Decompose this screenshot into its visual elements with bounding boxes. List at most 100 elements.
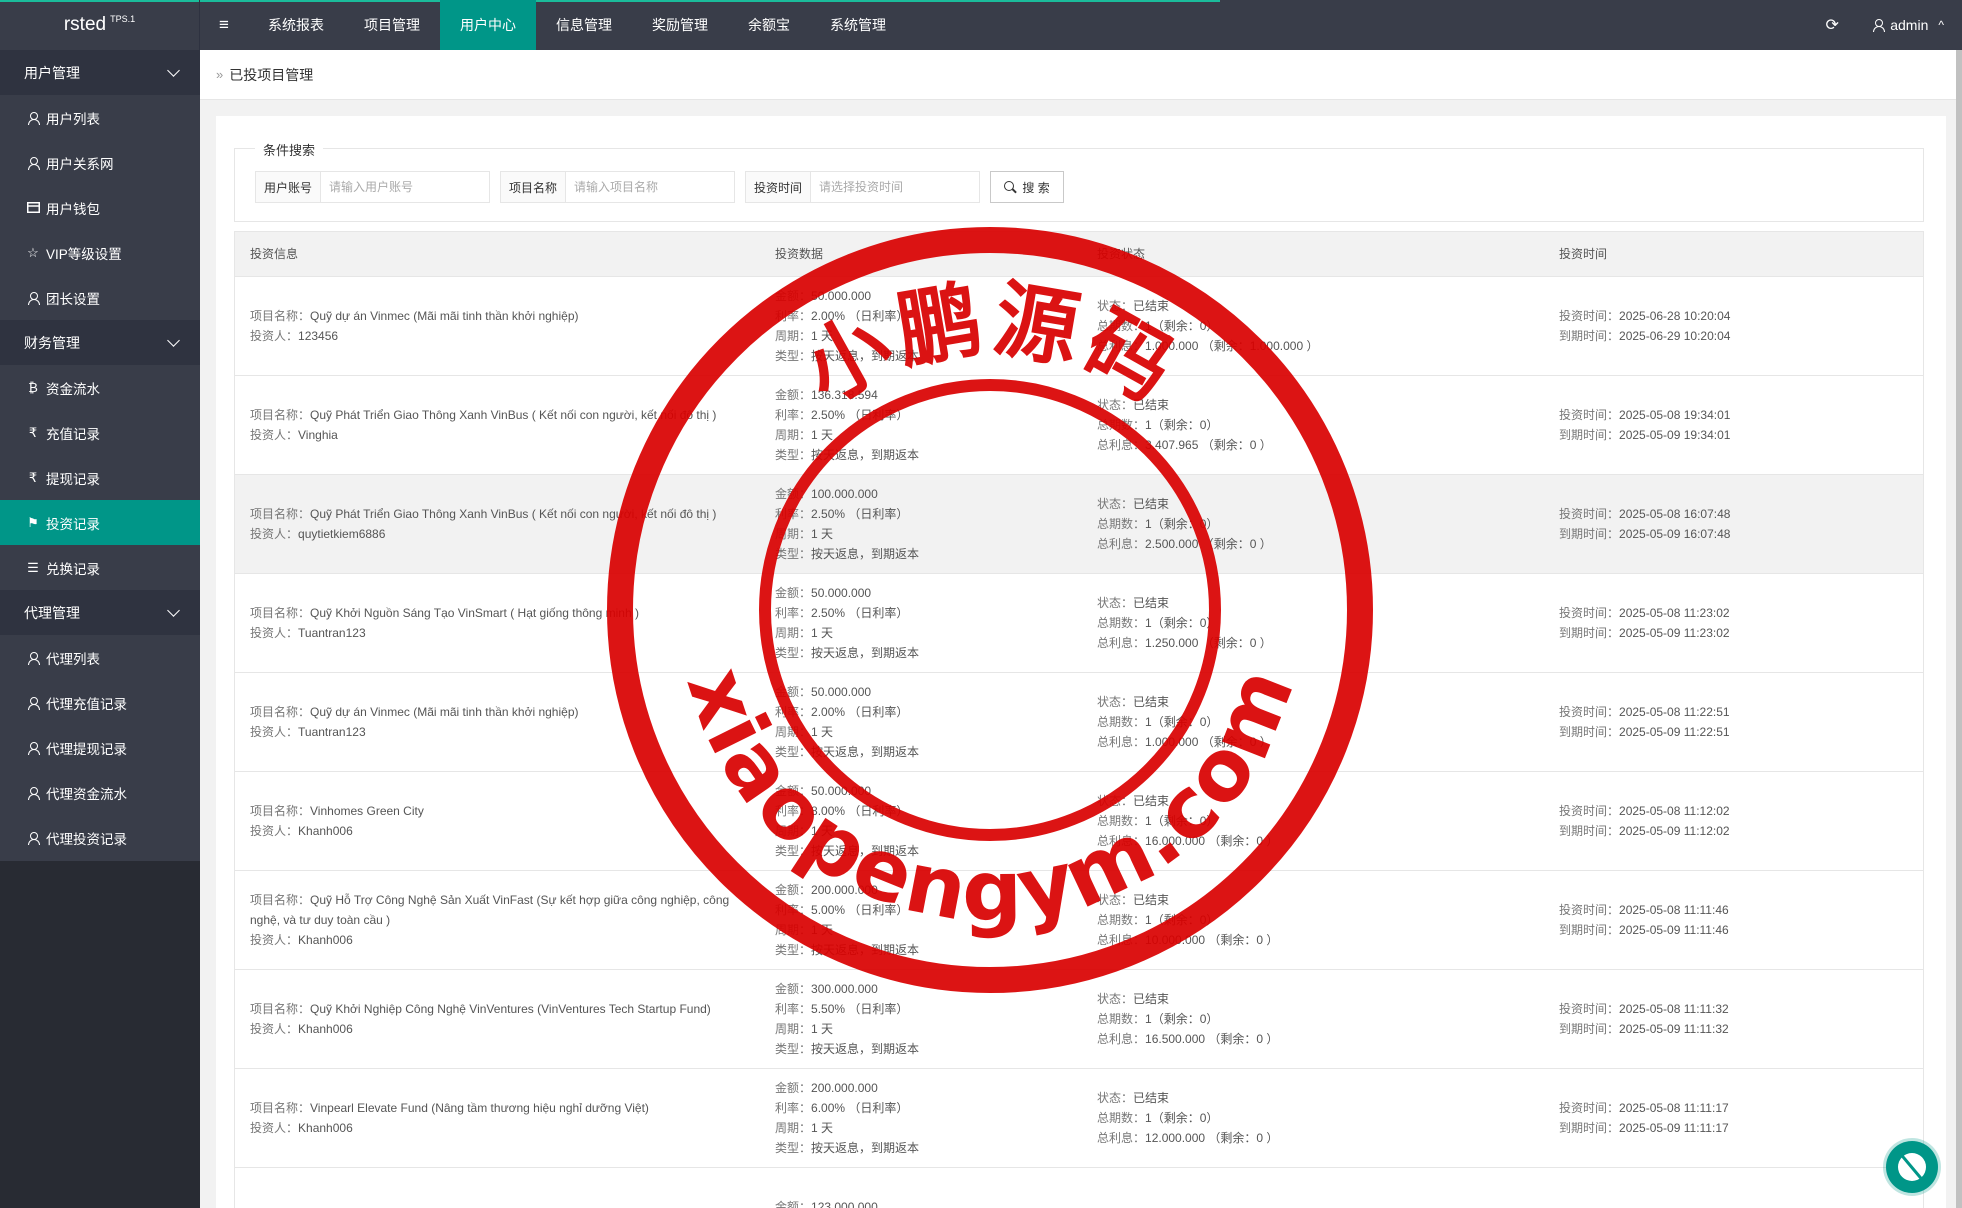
expire-time: 到期时间：2025-05-09 19:34:01 bbox=[1559, 425, 1923, 445]
table-row[interactable]: 项目名称：Quỹ Khởi Nghiệp Công Nghệ VinVentur… bbox=[235, 970, 1923, 1069]
investor-label: 投资人： bbox=[250, 329, 299, 343]
rate: 利率：2.50% （日利率） bbox=[775, 603, 1083, 623]
status-label: 状态： bbox=[1097, 299, 1134, 313]
period-value: 1 天 bbox=[811, 725, 834, 739]
total-interest-value: 1.000.000 （剩余：1.000.000 ） bbox=[1145, 339, 1319, 353]
table-row[interactable]: 项目名称：Quỹ Phát Triển Giao Thông Xanh VinB… bbox=[235, 475, 1923, 574]
investor: 投资人：Tuantran123 bbox=[250, 722, 751, 742]
scrollbar-thumb[interactable] bbox=[1956, 50, 1962, 1208]
return-type-value: 按天返息，到期返本 bbox=[811, 349, 920, 363]
rate-label: 利率： bbox=[775, 804, 812, 818]
chevron-down-icon bbox=[167, 603, 180, 617]
return-type-label: 类型： bbox=[775, 844, 812, 858]
total-interest: 总利息：1.000.000 （剩余：1.000.000 ） bbox=[1097, 336, 1545, 356]
total-periods: 总期数：1（剩余：0） bbox=[1097, 316, 1545, 336]
cell-investment-data: 金额：50.000.000 利率：2.00% （日利率） 周期：1 天类型：按天返息… bbox=[761, 682, 1083, 762]
sidebar-item-exchange-records[interactable]: ☰ 兑换记录 bbox=[0, 545, 200, 590]
sidebar-item-agent-list[interactable]: 代理列表 bbox=[0, 635, 200, 680]
project-name-value: Quỹ Khởi Nghiệp Công Nghệ VinVentures (V… bbox=[310, 1002, 711, 1016]
expire-time-value: 2025-05-09 11:11:32 bbox=[1619, 1022, 1729, 1036]
nav-info-management[interactable]: 信息管理 bbox=[536, 0, 632, 50]
sidebar-item-investment-records[interactable]: ⚑ 投资记录 bbox=[0, 500, 200, 545]
expire-time: 到期时间：2025-05-09 11:23:02 bbox=[1559, 623, 1923, 643]
table-row[interactable]: 项目名称：Quỹ dự án Vinmec (Mãi mãi tinh thần… bbox=[235, 277, 1923, 376]
table-row[interactable]: 项目名称：Quỹ Hỗ Trợ Công Nghệ Sản Xuất VinFa… bbox=[235, 871, 1923, 970]
table-row[interactable]: 项目名称：Quỹ dự án Vinmec (Mãi mãi tinh thần… bbox=[235, 1168, 1923, 1208]
table-row[interactable]: 项目名称：Quỹ Phát Triển Giao Thông Xanh VinB… bbox=[235, 376, 1923, 475]
period-label: 周期： bbox=[775, 923, 812, 937]
rate-value: 8.00% （日利率） bbox=[811, 804, 909, 818]
project-input[interactable] bbox=[566, 172, 735, 202]
sidebar-item-fund-flow[interactable]: ₿ 资金流水 bbox=[0, 365, 200, 410]
time-input[interactable] bbox=[811, 172, 980, 202]
table-row[interactable]: 项目名称：Vinpearl Elevate Fund (Nâng tầm thư… bbox=[235, 1069, 1923, 1168]
cell-investment-status: 状态：已结束 总期数：1（剩余：0） 总利息：12.000.000 （剩余：0 ） bbox=[1083, 1088, 1545, 1148]
period: 周期：1 天 bbox=[775, 821, 1083, 841]
investor-label: 投资人： bbox=[250, 527, 299, 541]
return-type-label: 类型： bbox=[775, 1141, 812, 1155]
sidebar-item-user-list[interactable]: 用户列表 bbox=[0, 95, 200, 140]
table-row[interactable]: 项目名称：Vinhomes Green City 投资人：Khanh006 金额：5… bbox=[235, 772, 1923, 871]
total-interest-label: 总利息： bbox=[1097, 636, 1146, 650]
investor-value: Khanh006 bbox=[298, 1121, 353, 1135]
status-value: 已结束 bbox=[1133, 893, 1170, 907]
cell-investment-data: 金额：200.000.000 利率：6.00% （日利率） 周期：1 天类型：按天返… bbox=[761, 1078, 1083, 1158]
sidebar-item-label: 代理投资记录 bbox=[46, 831, 127, 847]
amount: 金额：300.000.000 bbox=[775, 979, 1083, 999]
investor-label: 投资人： bbox=[250, 1022, 299, 1036]
status-value: 已结束 bbox=[1133, 794, 1170, 808]
nav-reward-management[interactable]: 奖励管理 bbox=[632, 0, 728, 50]
investor: 投资人：Khanh006 bbox=[250, 1118, 751, 1138]
rate-label: 利率： bbox=[775, 408, 812, 422]
sidebar: 用户管理 用户列表 用户关系网 用户钱包 ☆ VIP等级设置 团长设置 财务管理… bbox=[0, 50, 200, 1208]
sidebar-item-user-network[interactable]: 用户关系网 bbox=[0, 140, 200, 185]
table-row[interactable]: 项目名称：Quỹ Khởi Nguồn Sáng Tạo VinSmart ( … bbox=[235, 574, 1923, 673]
sidebar-item-withdraw-records[interactable]: ₹ 提现记录 bbox=[0, 455, 200, 500]
user-menu[interactable]: admin ^ bbox=[1852, 17, 1962, 33]
amount-value: 200.000.000 bbox=[811, 1081, 878, 1095]
nav-system-reports[interactable]: 系统报表 bbox=[248, 0, 344, 50]
sidebar-item-recharge-records[interactable]: ₹ 充值记录 bbox=[0, 410, 200, 455]
table-row[interactable]: 项目名称：Quỹ dự án Vinmec (Mãi mãi tinh thần… bbox=[235, 673, 1923, 772]
refresh-icon[interactable]: ⟳ bbox=[1812, 15, 1852, 35]
sidebar-group-user-management[interactable]: 用户管理 bbox=[0, 50, 200, 95]
sidebar-group-finance-management[interactable]: 财务管理 bbox=[0, 320, 200, 365]
expire-time-value: 2025-05-09 11:11:17 bbox=[1619, 1121, 1729, 1135]
amount-value: 100.000.000 bbox=[811, 487, 878, 501]
sidebar-item-agent-fund-flow[interactable]: 代理资金流水 bbox=[0, 770, 200, 815]
nav-yuebao[interactable]: 余额宝 bbox=[728, 0, 810, 50]
search-button[interactable]: 搜 索 bbox=[990, 171, 1065, 203]
floating-action-button[interactable] bbox=[1886, 1141, 1938, 1193]
sidebar-item-vip-settings[interactable]: ☆ VIP等级设置 bbox=[0, 230, 200, 275]
rate: 利率：6.00% （日利率） bbox=[775, 1098, 1083, 1118]
sidebar-group-agent-management[interactable]: 代理管理 bbox=[0, 590, 200, 635]
nav-system-management[interactable]: 系统管理 bbox=[810, 0, 906, 50]
total-periods-value: 1（剩余：0） bbox=[1145, 319, 1219, 333]
invest-time: 投资时间：2025-05-08 11:11:32 bbox=[1559, 999, 1923, 1019]
total-interest-label: 总利息： bbox=[1097, 1032, 1146, 1046]
page-scrollbar[interactable] bbox=[1956, 50, 1962, 1208]
sidebar-item-agent-investment[interactable]: 代理投资记录 bbox=[0, 815, 200, 860]
sidebar-item-agent-recharge[interactable]: 代理充值记录 bbox=[0, 680, 200, 725]
sidebar-item-agent-withdraw[interactable]: 代理提现记录 bbox=[0, 725, 200, 770]
logo[interactable]: rsted TPS.1 bbox=[0, 0, 200, 50]
account-input[interactable] bbox=[321, 172, 490, 202]
total-interest-label: 总利息： bbox=[1097, 1131, 1146, 1145]
total-interest: 总利息：10.000.000 （剩余：0 ） bbox=[1097, 930, 1545, 950]
sidebar-item-leader-settings[interactable]: 团长设置 bbox=[0, 275, 200, 320]
total-interest-value: 10.000.000 （剩余：0 ） bbox=[1145, 933, 1279, 947]
cell-investment-status: 状态：已结束 总期数：1（剩余：0） 总利息：2.500.000 （剩余：0 ） bbox=[1083, 494, 1545, 554]
rate: 利率：2.50% （日利率） bbox=[775, 504, 1083, 524]
sidebar-item-user-wallet[interactable]: 用户钱包 bbox=[0, 185, 200, 230]
expire-time-label: 到期时间： bbox=[1559, 329, 1620, 343]
nav-user-center[interactable]: 用户中心 bbox=[440, 0, 536, 50]
menu-toggle-icon[interactable]: ≡ bbox=[200, 0, 248, 50]
amount: 金额：136.318.594 bbox=[775, 385, 1083, 405]
period-value: 1 天 bbox=[811, 1121, 834, 1135]
rate: 利率：8.00% （日利率） bbox=[775, 801, 1083, 821]
rate-value: 2.50% （日利率） bbox=[811, 507, 909, 521]
project-name-value: Vinhomes Green City bbox=[310, 804, 424, 818]
nav-project-management[interactable]: 项目管理 bbox=[344, 0, 440, 50]
total-periods-value: 1（剩余：0） bbox=[1145, 814, 1219, 828]
rate: 利率：2.00% （日利率） bbox=[775, 702, 1083, 722]
